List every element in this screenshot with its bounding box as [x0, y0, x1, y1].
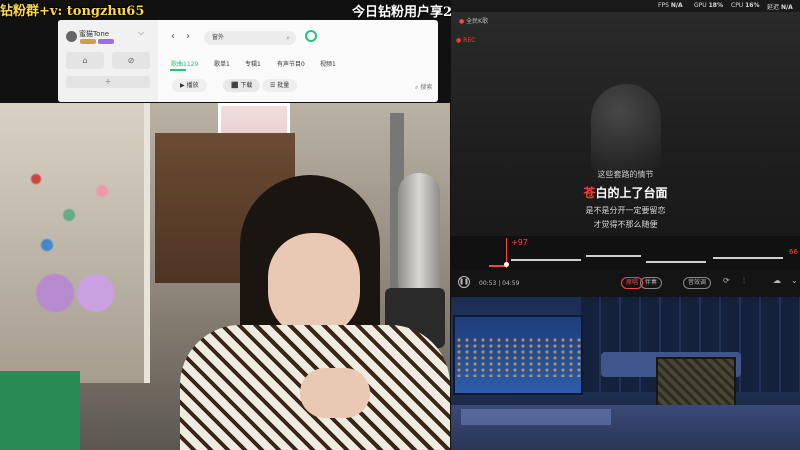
- more-icon[interactable]: ⌄: [791, 276, 798, 285]
- compass-icon: ⊘: [127, 56, 135, 65]
- plush-toys: [28, 253, 118, 333]
- level-badge: [98, 39, 114, 44]
- batch-button[interactable]: ☰ 批量: [262, 79, 298, 92]
- pitch-bar: [646, 261, 706, 263]
- hud-fps: FPS N/A: [658, 2, 683, 9]
- discover-button[interactable]: ⊘: [112, 52, 150, 69]
- tab-active-underline: [170, 69, 186, 71]
- record-icon[interactable]: ⟳: [723, 276, 730, 285]
- pitch-bar: [713, 257, 783, 259]
- playback-time: 00:53 | 04:59: [479, 280, 520, 287]
- accompaniment-toggle[interactable]: 伴奏: [640, 277, 663, 289]
- hud-gpu: GPU 18%: [694, 2, 723, 9]
- chevron-down-icon[interactable]: ⌵: [138, 28, 144, 38]
- green-bag: [0, 371, 80, 450]
- lyric-line-current: 苍白的上了台面: [451, 184, 800, 201]
- tab-playlists[interactable]: 歌单1: [214, 59, 230, 68]
- app-sidebar: 蜜猫Tone ⌵ ⌂ ⊘ +: [58, 20, 158, 102]
- recognize-icon[interactable]: [305, 30, 317, 42]
- wooden-basket: [656, 357, 736, 412]
- lyric-sung-part: 苍: [583, 186, 596, 200]
- score-popup: +97: [511, 238, 528, 247]
- tab-songs[interactable]: 歌曲1129: [171, 59, 198, 68]
- pitch-bar: [511, 259, 581, 261]
- effect-button[interactable]: 音效调: [683, 277, 712, 289]
- webcam-feed: [0, 103, 450, 450]
- vip-badge: [80, 39, 96, 44]
- download-icon: ⬛: [231, 82, 241, 89]
- karaoke-panel: ● 全民K歌 ● REC 这些套路的情节 苍白的上了台面 是不是分开一定要留恋 …: [451, 12, 800, 297]
- download-button[interactable]: ⬛ 下载: [223, 79, 261, 92]
- forward-arrow-icon[interactable]: ›: [186, 31, 190, 42]
- search-icon[interactable]: ⌕: [286, 31, 290, 45]
- inline-search-button[interactable]: ⌕ 搜索: [415, 82, 432, 92]
- search-value: 窗外: [212, 34, 225, 41]
- home-icon: ⌂: [82, 56, 88, 65]
- pitch-dot: [504, 262, 509, 267]
- score-right: 66: [789, 248, 798, 256]
- lyric-unsung-part: 白的上了台面: [595, 186, 668, 200]
- tab-videos[interactable]: 视频1: [320, 59, 336, 68]
- lyric-line-next-2: 才觉得不那么随便: [593, 220, 658, 229]
- hud-cpu: CPU 16%: [731, 2, 760, 9]
- karaoke-app-title: ● 全民K歌: [459, 18, 489, 25]
- back-arrow-icon[interactable]: ‹: [171, 31, 175, 42]
- background-microphone-image: [591, 84, 661, 174]
- lyric-line-past: 这些套路的情节: [597, 170, 654, 179]
- microphone: [398, 173, 440, 303]
- tab-albums[interactable]: 专辑1: [245, 59, 261, 68]
- city-lights: [455, 337, 581, 377]
- pause-icon[interactable]: ❚❚: [458, 276, 470, 288]
- rec-indicator: ● REC: [456, 37, 476, 44]
- hud-delay: 延迟 N/A: [767, 4, 793, 11]
- search-input[interactable]: 窗外 ⌕: [204, 31, 296, 45]
- floor-mat: [461, 409, 611, 425]
- anime-background-scene: [451, 297, 800, 450]
- tab-podcasts[interactable]: 有声节目0: [277, 59, 305, 68]
- home-button[interactable]: ⌂: [66, 52, 104, 69]
- pitch-bar: [586, 255, 641, 257]
- add-button[interactable]: +: [66, 76, 150, 88]
- lyric-line-next: 是不是分开一定要留恋: [585, 206, 666, 215]
- music-app-window: 蜜猫Tone ⌵ ⌂ ⊘ + ‹ › 窗外 ⌕ 歌曲1129 歌单1 专辑1 有…: [58, 20, 438, 102]
- promo-contact-text: 钻粉群+v: tongzhu65: [0, 4, 145, 19]
- mic-volume-icon[interactable]: ☁: [773, 276, 781, 285]
- avatar[interactable]: [66, 31, 77, 42]
- shelf-figures: [14, 143, 124, 263]
- user-name[interactable]: 蜜猫Tone: [79, 29, 109, 39]
- singer-hands: [300, 368, 370, 418]
- play-all-button[interactable]: ▶ 播放: [172, 79, 207, 92]
- singer-face: [268, 233, 360, 338]
- equalizer-icon[interactable]: ⫶: [743, 276, 745, 286]
